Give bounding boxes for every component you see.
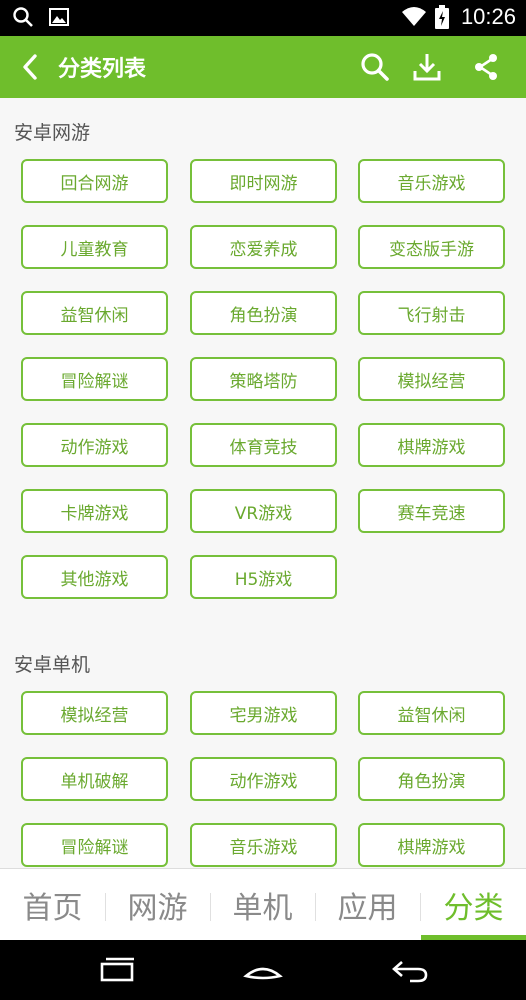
home-icon[interactable] <box>243 954 283 986</box>
tag-item[interactable]: 模拟经营 <box>21 691 168 735</box>
tag-item[interactable]: 动作游戏 <box>21 423 168 467</box>
search-icon <box>13 7 33 27</box>
tab-online-games[interactable]: 网游 <box>105 869 210 941</box>
app-bar: 分类列表 <box>0 36 526 98</box>
section-title-single: 安卓单机 <box>14 654 91 676</box>
tag-item[interactable]: 音乐游戏 <box>190 823 337 867</box>
tab-categories[interactable]: 分类 <box>421 869 526 941</box>
search-icon[interactable] <box>359 51 391 83</box>
download-icon[interactable] <box>411 51 443 83</box>
section-title-online: 安卓网游 <box>14 122 91 144</box>
tag-item[interactable]: VR游戏 <box>190 489 337 533</box>
status-time: 10:26 <box>460 4 516 29</box>
tag-item[interactable]: 角色扮演 <box>190 291 337 335</box>
tag-item[interactable]: 策略塔防 <box>190 357 337 401</box>
wifi-icon <box>401 7 426 26</box>
tag-item[interactable]: 模拟经营 <box>358 357 505 401</box>
tab-apps[interactable]: 应用 <box>315 869 420 941</box>
tag-item[interactable]: 儿童教育 <box>21 225 168 269</box>
recents-icon[interactable] <box>98 954 138 986</box>
tag-item[interactable]: 卡牌游戏 <box>21 489 168 533</box>
tag-item[interactable]: 变态版手游 <box>358 225 505 269</box>
tag-item[interactable]: 益智休闲 <box>358 691 505 735</box>
tag-item[interactable]: H5游戏 <box>190 555 337 599</box>
back-arrow-icon[interactable] <box>16 52 46 82</box>
battery-icon <box>434 5 449 29</box>
share-icon[interactable] <box>470 51 502 83</box>
tag-item[interactable]: 即时网游 <box>190 159 337 203</box>
tag-item[interactable]: 棋牌游戏 <box>358 823 505 867</box>
tag-item[interactable]: 回合网游 <box>21 159 168 203</box>
tag-item[interactable]: 动作游戏 <box>190 757 337 801</box>
tab-single-games[interactable]: 单机 <box>210 869 315 941</box>
tag-item[interactable]: 冒险解谜 <box>21 823 168 867</box>
system-nav-bar <box>0 940 526 1000</box>
tag-item[interactable]: 体育竞技 <box>190 423 337 467</box>
tag-item[interactable]: 其他游戏 <box>21 555 168 599</box>
tab-home[interactable]: 首页 <box>0 869 105 941</box>
image-icon <box>49 8 69 26</box>
page-title: 分类列表 <box>58 57 147 82</box>
bottom-tab-bar: 首页 网游 单机 应用 分类 <box>0 868 526 941</box>
tag-item[interactable]: 益智休闲 <box>21 291 168 335</box>
tag-item[interactable]: 冒险解谜 <box>21 357 168 401</box>
tag-item[interactable]: 恋爱养成 <box>190 225 337 269</box>
tag-item[interactable]: 飞行射击 <box>358 291 505 335</box>
tag-item[interactable]: 棋牌游戏 <box>358 423 505 467</box>
tag-item[interactable]: 赛车竞速 <box>358 489 505 533</box>
back-icon[interactable] <box>390 954 430 986</box>
tag-item[interactable]: 单机破解 <box>21 757 168 801</box>
status-bar: 10:26 <box>0 0 526 36</box>
tag-item[interactable]: 音乐游戏 <box>358 159 505 203</box>
tag-item[interactable]: 宅男游戏 <box>190 691 337 735</box>
tag-item[interactable]: 角色扮演 <box>358 757 505 801</box>
category-list[interactable]: 安卓网游 回合网游 即时网游 音乐游戏 儿童教育 恋爱养成 变态版手游 益智休闲… <box>0 98 526 868</box>
